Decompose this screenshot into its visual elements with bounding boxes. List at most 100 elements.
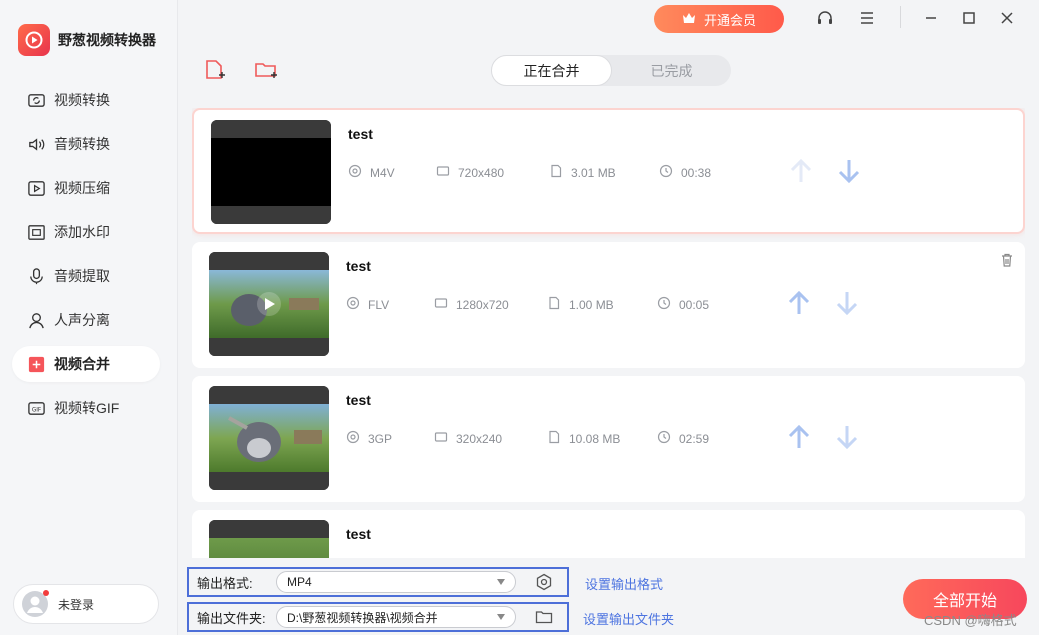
sidebar-nav: 视频转换 音频转换 视频压缩 添加水印 音频提取 人声分离 视频合并 GIF 视	[12, 82, 160, 434]
move-down-icon[interactable]	[834, 288, 860, 318]
chevron-down-icon	[497, 579, 505, 585]
file-card[interactable]: test M4V 720x480 3.01 MB 00:38	[192, 108, 1025, 234]
video-merge-icon	[26, 354, 46, 374]
file-title: test	[346, 526, 371, 542]
filesize-icon	[547, 296, 561, 313]
output-format-row: 输出格式: MP4	[187, 567, 569, 597]
sidebar-item-label: 人声分离	[54, 312, 110, 328]
sidebar-item-audio-extract[interactable]: 音频提取	[12, 258, 160, 294]
output-folder-label: 输出文件夹:	[197, 610, 266, 626]
video-thumbnail	[209, 252, 329, 356]
filesize-icon	[547, 430, 561, 447]
vip-label: 开通会员	[703, 12, 756, 28]
resolution-icon	[434, 296, 448, 313]
resolution-icon	[436, 164, 450, 181]
file-format: 3GP	[368, 431, 393, 446]
status-tabs: 正在合并 已完成	[491, 55, 731, 86]
file-resolution: 720x480	[458, 165, 505, 180]
file-card[interactable]: test	[192, 510, 1025, 558]
sidebar-item-audio-convert[interactable]: 音频转换	[12, 126, 160, 162]
gif-icon: GIF	[26, 398, 46, 418]
output-format-label: 输出格式:	[197, 575, 253, 591]
audio-extract-icon	[26, 266, 46, 286]
format-icon	[346, 296, 360, 313]
file-title: test	[346, 392, 371, 408]
watermark-text: CSDN @嗨格式	[924, 613, 1017, 628]
voice-separate-icon	[26, 310, 46, 330]
settings-icon[interactable]	[535, 573, 553, 591]
video-thumbnail	[211, 120, 331, 224]
sidebar-item-watermark[interactable]: 添加水印	[12, 214, 160, 250]
minimize-icon[interactable]	[921, 8, 941, 28]
file-format: FLV	[368, 297, 390, 312]
notification-dot	[43, 590, 49, 596]
file-resolution: 1280x720	[456, 297, 509, 312]
sidebar-item-label: 音频转换	[54, 136, 110, 152]
file-list: test M4V 720x480 3.01 MB 00:38 test FLV …	[192, 108, 1025, 558]
sidebar-item-label: 视频转换	[54, 92, 110, 108]
output-folder-row: 输出文件夹: D:\野葱视频转换器\视频合并	[187, 602, 569, 632]
headset-icon[interactable]	[815, 8, 835, 28]
video-compress-icon	[26, 178, 46, 198]
app-logo-icon	[18, 24, 50, 56]
sidebar-item-label: 添加水印	[54, 224, 110, 240]
watermark-icon	[26, 222, 46, 242]
file-duration: 00:05	[679, 297, 710, 312]
title-bar-divider	[900, 6, 901, 28]
move-down-icon[interactable]	[836, 156, 862, 186]
output-folder-value: D:\野葱视频转换器\视频合并	[287, 610, 438, 625]
sidebar-item-label: 视频合并	[54, 356, 110, 372]
sidebar: 野葱视频转换器 视频转换 音频转换 视频压缩 添加水印 音频提取 人声分离 视频…	[0, 0, 178, 635]
set-output-folder-link[interactable]: 设置输出文件夹	[583, 609, 674, 628]
tab-completed[interactable]: 已完成	[612, 55, 731, 86]
file-size: 10.08 MB	[569, 431, 621, 446]
app-title: 野葱视频转换器	[58, 32, 156, 48]
close-icon[interactable]	[997, 8, 1017, 28]
file-card[interactable]: test 3GP 320x240 10.08 MB 02:59	[192, 376, 1025, 502]
sidebar-item-video-compress[interactable]: 视频压缩	[12, 170, 160, 206]
video-thumbnail	[209, 520, 329, 558]
move-down-icon[interactable]	[834, 422, 860, 452]
move-up-icon[interactable]	[786, 288, 812, 318]
resolution-icon	[434, 430, 448, 447]
tab-merging[interactable]: 正在合并	[491, 55, 612, 86]
add-file-icon[interactable]	[202, 58, 226, 82]
folder-icon[interactable]	[535, 608, 553, 626]
chevron-down-icon	[497, 614, 505, 620]
sidebar-item-label: 音频提取	[54, 268, 110, 284]
video-convert-icon	[26, 90, 46, 110]
file-size: 1.00 MB	[569, 297, 614, 312]
vip-button[interactable]: 开通会员	[654, 5, 784, 33]
menu-icon[interactable]	[857, 8, 877, 28]
crown-icon	[682, 11, 696, 28]
sidebar-item-video-convert[interactable]: 视频转换	[12, 82, 160, 118]
output-format-select[interactable]: MP4	[276, 571, 516, 593]
sidebar-item-label: 视频转GIF	[54, 400, 120, 416]
video-thumbnail	[209, 386, 329, 490]
file-duration: 02:59	[679, 431, 710, 446]
delete-icon[interactable]	[999, 252, 1015, 268]
file-card[interactable]: test FLV 1280x720 1.00 MB 00:05	[192, 242, 1025, 368]
format-icon	[348, 164, 362, 181]
format-icon	[346, 430, 360, 447]
app-logo: 野葱视频转换器	[18, 24, 156, 56]
audio-convert-icon	[26, 134, 46, 154]
move-up-icon[interactable]	[786, 422, 812, 452]
sidebar-item-label: 视频压缩	[54, 180, 110, 196]
user-login-button[interactable]: 未登录	[13, 584, 159, 624]
move-up-icon[interactable]	[788, 156, 814, 186]
add-folder-icon[interactable]	[254, 58, 278, 82]
file-duration: 00:38	[681, 165, 712, 180]
svg-text:GIF: GIF	[31, 407, 40, 413]
sidebar-item-video-merge[interactable]: 视频合并	[12, 346, 160, 382]
output-folder-select[interactable]: D:\野葱视频转换器\视频合并	[276, 606, 516, 628]
maximize-icon[interactable]	[959, 8, 979, 28]
output-format-value: MP4	[287, 575, 312, 589]
file-title: test	[348, 126, 373, 142]
set-output-format-link[interactable]: 设置输出格式	[585, 574, 663, 593]
file-size: 3.01 MB	[571, 165, 616, 180]
sidebar-item-video-to-gif[interactable]: GIF 视频转GIF	[12, 390, 160, 426]
filesize-icon	[549, 164, 563, 181]
sidebar-item-voice-separate[interactable]: 人声分离	[12, 302, 160, 338]
clock-icon	[657, 430, 671, 447]
